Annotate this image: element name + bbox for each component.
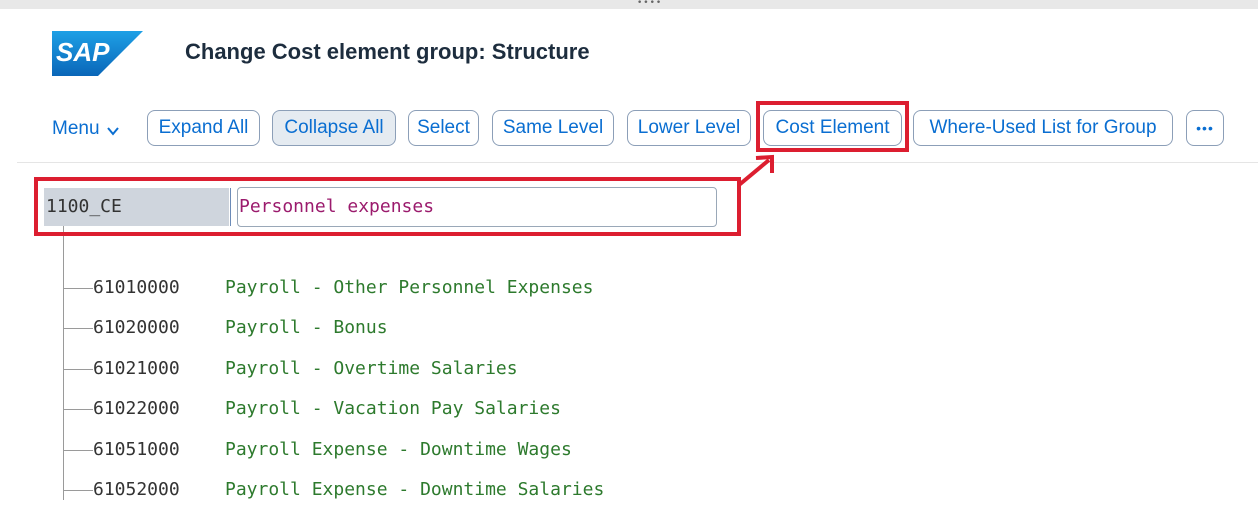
cost-element-number[interactable]: 61022000 — [93, 396, 180, 422]
cost-element-description: Payroll Expense - Downtime Wages — [225, 439, 572, 460]
tree-branch-line — [63, 328, 93, 329]
menu-button[interactable]: Menu — [52, 117, 120, 141]
tree-branch-line — [63, 288, 93, 289]
expand-all-button[interactable]: Expand All — [147, 110, 260, 146]
toolbar-divider — [17, 162, 1258, 163]
sap-logo-text: SAP — [56, 37, 110, 67]
page-title: Change Cost element group: Structure — [185, 39, 590, 64]
group-row-highlight-box — [34, 177, 741, 236]
same-level-button[interactable]: Same Level — [492, 110, 614, 146]
lower-level-button[interactable]: Lower Level — [627, 110, 751, 146]
cost-element-number[interactable]: 61021000 — [93, 356, 180, 382]
select-button[interactable]: Select — [408, 110, 479, 146]
cost-element-number[interactable]: 61051000 — [93, 437, 180, 463]
cost-element-description: Payroll - Vacation Pay Salaries — [225, 398, 561, 419]
collapse-all-button[interactable]: Collapse All — [272, 110, 396, 146]
annotation-arrow-icon — [737, 154, 774, 187]
tree-branch-line — [63, 409, 93, 410]
tree-connector-line — [63, 226, 64, 500]
tree-branch-line — [63, 490, 93, 491]
tree-branch-line — [63, 450, 93, 451]
where-used-list-button[interactable]: Where-Used List for Group — [913, 110, 1173, 146]
tree-branch-line — [63, 369, 93, 370]
cost-element-number[interactable]: 61020000 — [93, 315, 180, 341]
cost-element-description: Payroll - Bonus — [225, 317, 388, 338]
cost-element-description: Payroll - Overtime Salaries — [225, 358, 518, 379]
cost-element-description: Payroll Expense - Downtime Salaries — [225, 479, 605, 500]
cost-element-number[interactable]: 61010000 — [93, 275, 180, 301]
cost-element-number[interactable]: 61052000 — [93, 477, 180, 503]
more-options-icon[interactable]: ••• — [1186, 110, 1224, 146]
sap-logo: SAP — [52, 31, 143, 76]
resize-grip-icon[interactable]: •••• — [637, 0, 661, 8]
window-top-bar: •••• — [0, 0, 1258, 9]
chevron-down-icon — [106, 122, 120, 136]
cost-element-description: Payroll - Other Personnel Expenses — [225, 277, 594, 298]
menu-label: Menu — [52, 118, 100, 139]
